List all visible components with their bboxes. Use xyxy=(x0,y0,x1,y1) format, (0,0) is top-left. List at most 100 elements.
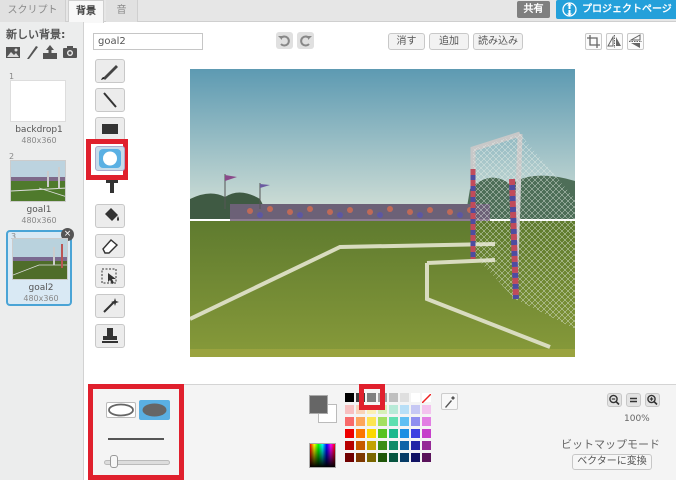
color-swatch[interactable] xyxy=(356,441,365,450)
color-swatch[interactable] xyxy=(378,417,387,426)
color-swatch[interactable] xyxy=(356,453,365,462)
eraser-tool[interactable] xyxy=(95,234,125,258)
backdrop-thumb-2[interactable]: 2 goal1 480x360 xyxy=(6,152,72,228)
line-width-slider-handle[interactable] xyxy=(110,455,118,468)
upload-icon[interactable] xyxy=(42,44,58,60)
select-tool[interactable] xyxy=(95,264,125,288)
paint-icon[interactable] xyxy=(5,44,21,60)
color-swatch[interactable] xyxy=(421,393,432,404)
color-swatch[interactable] xyxy=(422,417,431,426)
backdrop-name: goal1 xyxy=(26,205,52,215)
color-swatch[interactable] xyxy=(411,405,420,414)
color-swatch[interactable] xyxy=(345,453,354,462)
redo-button[interactable] xyxy=(297,32,314,49)
backdrop-name-input[interactable]: goal2 xyxy=(93,33,203,50)
color-swatch[interactable] xyxy=(411,417,420,426)
color-swatch[interactable] xyxy=(367,429,376,438)
zoom-in-button[interactable] xyxy=(645,393,660,407)
eyedropper-icon xyxy=(445,396,455,408)
color-swatch[interactable] xyxy=(411,393,420,402)
stamp-icon xyxy=(102,328,118,343)
new-backdrop-label: 新しい背景: xyxy=(6,28,66,41)
convert-to-vector-button[interactable]: ベクターに変換 xyxy=(572,454,652,470)
color-swatch[interactable] xyxy=(345,405,354,414)
color-picker-gradient[interactable] xyxy=(309,443,336,468)
color-swatch[interactable] xyxy=(356,417,365,426)
backdrop-thumb-3[interactable]: 3 × goal2 480x360 xyxy=(6,228,74,306)
color-swatch[interactable] xyxy=(389,417,398,426)
line-width-preview xyxy=(108,438,164,440)
color-swatch[interactable] xyxy=(367,417,376,426)
magic-select-tool[interactable] xyxy=(95,294,125,318)
rectangle-tool[interactable] xyxy=(95,117,125,141)
color-swatch[interactable] xyxy=(422,441,431,450)
backdrop-size: 480x360 xyxy=(21,216,57,225)
color-swatch[interactable] xyxy=(400,405,409,414)
color-swatch[interactable] xyxy=(345,417,354,426)
color-swatch[interactable] xyxy=(422,429,431,438)
clear-button[interactable]: 消す xyxy=(388,33,425,50)
color-swatch[interactable] xyxy=(356,429,365,438)
import-button[interactable]: 読み込み xyxy=(473,33,523,50)
zoom-reset-button[interactable] xyxy=(626,393,641,407)
ellipse-tool[interactable] xyxy=(95,146,125,171)
selected-color-highlight xyxy=(359,384,385,410)
camera-icon[interactable] xyxy=(62,44,78,60)
color-swatch[interactable] xyxy=(378,429,387,438)
brush-icon[interactable] xyxy=(24,44,40,60)
color-swatch[interactable] xyxy=(389,429,398,438)
backdrop-thumbnail xyxy=(12,238,68,280)
magic-wand-icon xyxy=(103,298,119,313)
color-swatch[interactable] xyxy=(378,441,387,450)
color-swatch[interactable] xyxy=(389,441,398,450)
color-swatch[interactable] xyxy=(400,441,409,450)
color-swatch[interactable] xyxy=(389,405,398,414)
color-swatch[interactable] xyxy=(345,429,354,438)
undo-button[interactable] xyxy=(276,32,293,49)
primary-color[interactable] xyxy=(309,395,328,414)
zoom-out-icon xyxy=(609,394,620,406)
fill-tool[interactable] xyxy=(95,204,125,228)
color-swatch[interactable] xyxy=(389,393,398,402)
filled-ellipse-option[interactable] xyxy=(139,400,170,420)
backdrop-name: backdrop1 xyxy=(15,125,63,135)
flip-vertical-icon xyxy=(629,34,642,48)
share-button[interactable]: 共有 xyxy=(517,1,550,18)
flip-horizontal-button[interactable] xyxy=(606,33,623,50)
no-color-icon xyxy=(421,393,432,404)
color-swatch[interactable] xyxy=(411,453,420,462)
flip-vertical-button[interactable] xyxy=(627,33,644,50)
text-tool[interactable] xyxy=(104,178,120,194)
color-swatch[interactable] xyxy=(400,453,409,462)
zoom-out-button[interactable] xyxy=(607,393,622,407)
color-swatch[interactable] xyxy=(422,405,431,414)
crop-button[interactable] xyxy=(585,33,602,50)
backdrop-thumb-1[interactable]: 1 backdrop1 480x360 xyxy=(6,72,72,148)
color-swatch[interactable] xyxy=(411,429,420,438)
color-swatch[interactable] xyxy=(367,453,376,462)
backdrop-name: goal2 xyxy=(28,283,54,293)
paint-canvas[interactable] xyxy=(190,69,575,357)
color-swatch[interactable] xyxy=(411,441,420,450)
tab-backdrops[interactable]: 背景 xyxy=(68,0,104,23)
color-swatch[interactable] xyxy=(389,453,398,462)
color-swatch[interactable] xyxy=(367,441,376,450)
tab-sounds[interactable]: 音 xyxy=(106,0,138,22)
project-page-button[interactable]: プロジェクトページ xyxy=(556,0,676,19)
color-swatch[interactable] xyxy=(400,393,409,402)
color-swatch[interactable] xyxy=(345,441,354,450)
color-swatch[interactable] xyxy=(378,453,387,462)
undo-icon xyxy=(278,35,290,47)
eyedropper-button[interactable] xyxy=(441,393,458,410)
color-swatch[interactable] xyxy=(400,417,409,426)
color-swatch[interactable] xyxy=(400,429,409,438)
outline-ellipse-option[interactable] xyxy=(106,402,136,418)
tab-scripts[interactable]: スクリプト xyxy=(0,0,66,22)
brush-tool[interactable] xyxy=(95,59,125,83)
add-button[interactable]: 追加 xyxy=(429,33,469,50)
color-swatch[interactable] xyxy=(345,393,354,402)
stamp-tool[interactable] xyxy=(95,324,125,348)
color-swatch[interactable] xyxy=(422,453,431,462)
line-tool[interactable] xyxy=(95,88,125,112)
fill-bucket-icon xyxy=(105,208,119,221)
